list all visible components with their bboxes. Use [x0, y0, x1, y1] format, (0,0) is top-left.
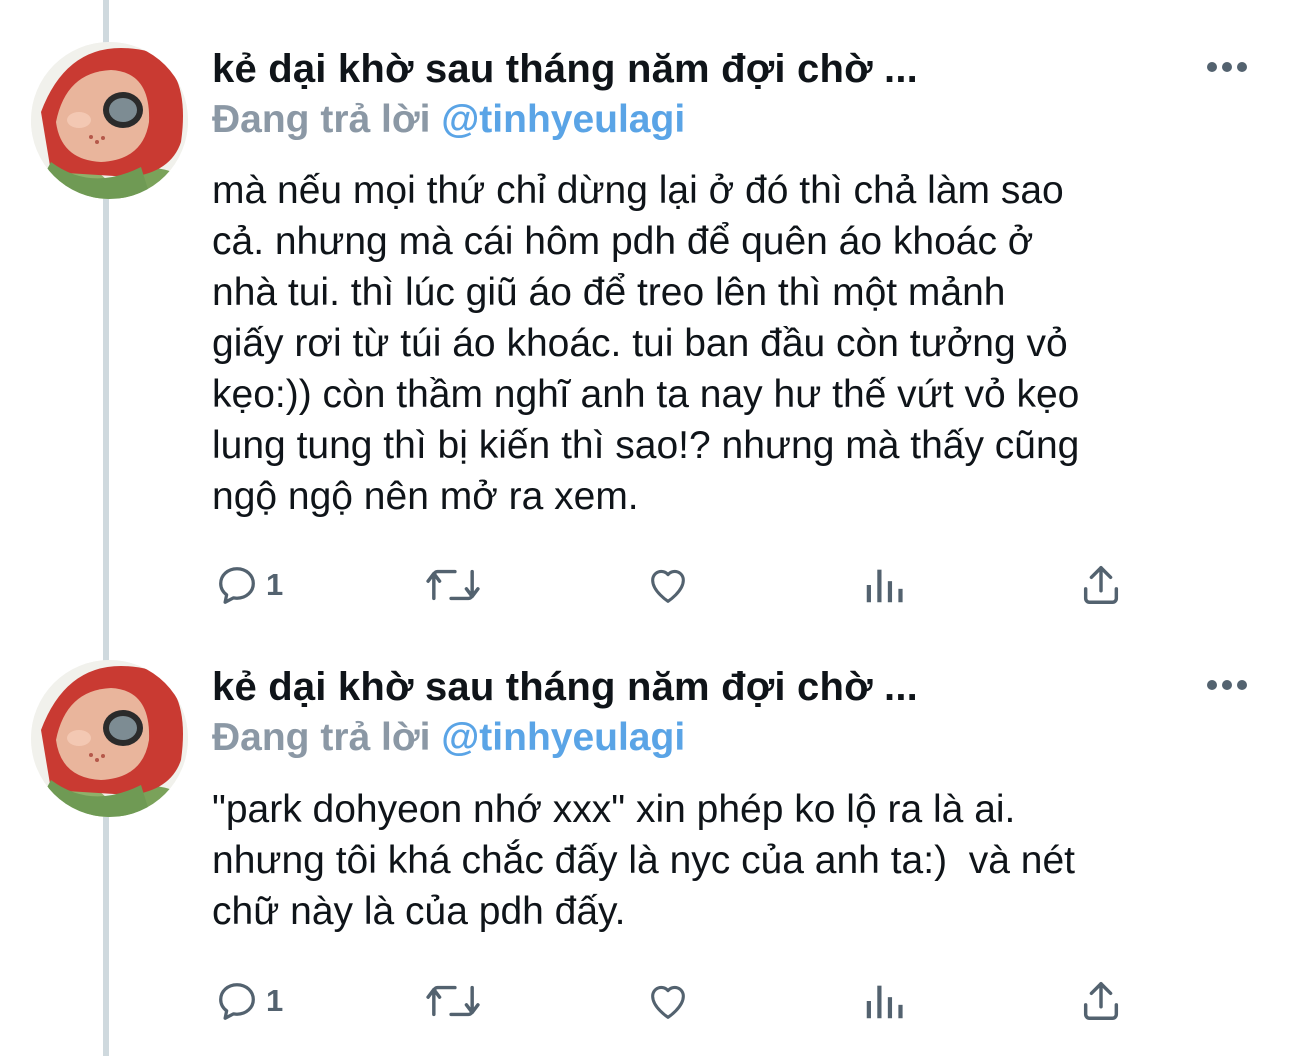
- thread-page: kẻ dại khờ sau tháng năm đợi chờ ... Đan…: [0, 0, 1290, 1056]
- author-name[interactable]: kẻ dại khờ sau tháng năm đợi chờ ...: [212, 665, 918, 710]
- more-button[interactable]: [1207, 62, 1247, 74]
- reply-button[interactable]: 1: [214, 976, 283, 1026]
- views-icon: [866, 569, 903, 603]
- retweet-icon: [426, 985, 480, 1017]
- retweet-button[interactable]: [424, 560, 482, 610]
- tweet-text: mà nếu mọi thứ chỉ dừng lại ở đó thì chả…: [212, 169, 1080, 518]
- like-button[interactable]: [644, 976, 692, 1026]
- avatar-image: [31, 42, 188, 199]
- like-icon: [651, 569, 685, 603]
- replying-to-label: Đang trả lời: [212, 98, 442, 141]
- retweet-button[interactable]: [424, 976, 482, 1026]
- share-button[interactable]: [1078, 560, 1124, 610]
- like-icon: [651, 985, 685, 1019]
- reply-button[interactable]: 1: [214, 560, 283, 610]
- retweet-icon: [426, 569, 480, 601]
- reply-count: 1: [266, 983, 284, 1018]
- avatar[interactable]: [31, 42, 188, 199]
- views-button[interactable]: [862, 976, 906, 1026]
- tweet[interactable]: kẻ dại khờ sau tháng năm đợi chờ ... Đan…: [0, 640, 1290, 1056]
- more-button[interactable]: [1207, 680, 1247, 692]
- reply-count: 1: [266, 567, 284, 602]
- avatar-image: [31, 660, 188, 817]
- tweet-actions: 1: [212, 976, 1212, 1026]
- avatar[interactable]: [31, 660, 188, 817]
- author-name[interactable]: kẻ dại khờ sau tháng năm đợi chờ ...: [212, 47, 918, 92]
- reply-handle-link[interactable]: @tinhyeulagi: [441, 98, 685, 141]
- tweet-actions: 1: [212, 560, 1212, 610]
- share-icon: [1083, 566, 1119, 604]
- reply-handle-link[interactable]: @tinhyeulagi: [441, 716, 685, 759]
- share-icon: [1083, 982, 1119, 1020]
- views-button[interactable]: [862, 560, 906, 610]
- tweet[interactable]: kẻ dại khờ sau tháng năm đợi chờ ... Đan…: [0, 0, 1290, 640]
- reply-icon: [219, 567, 255, 604]
- replying-to: Đang trả lời @tinhyeulagi: [212, 716, 685, 760]
- views-icon: [866, 985, 903, 1019]
- replying-to: Đang trả lời @tinhyeulagi: [212, 98, 685, 142]
- share-button[interactable]: [1078, 976, 1124, 1026]
- like-button[interactable]: [644, 560, 692, 610]
- tweet-text: "park dohyeon nhớ xxx" xin phép ko lộ ra…: [212, 788, 1075, 933]
- replying-to-label: Đang trả lời: [212, 716, 442, 759]
- reply-icon: [219, 983, 255, 1020]
